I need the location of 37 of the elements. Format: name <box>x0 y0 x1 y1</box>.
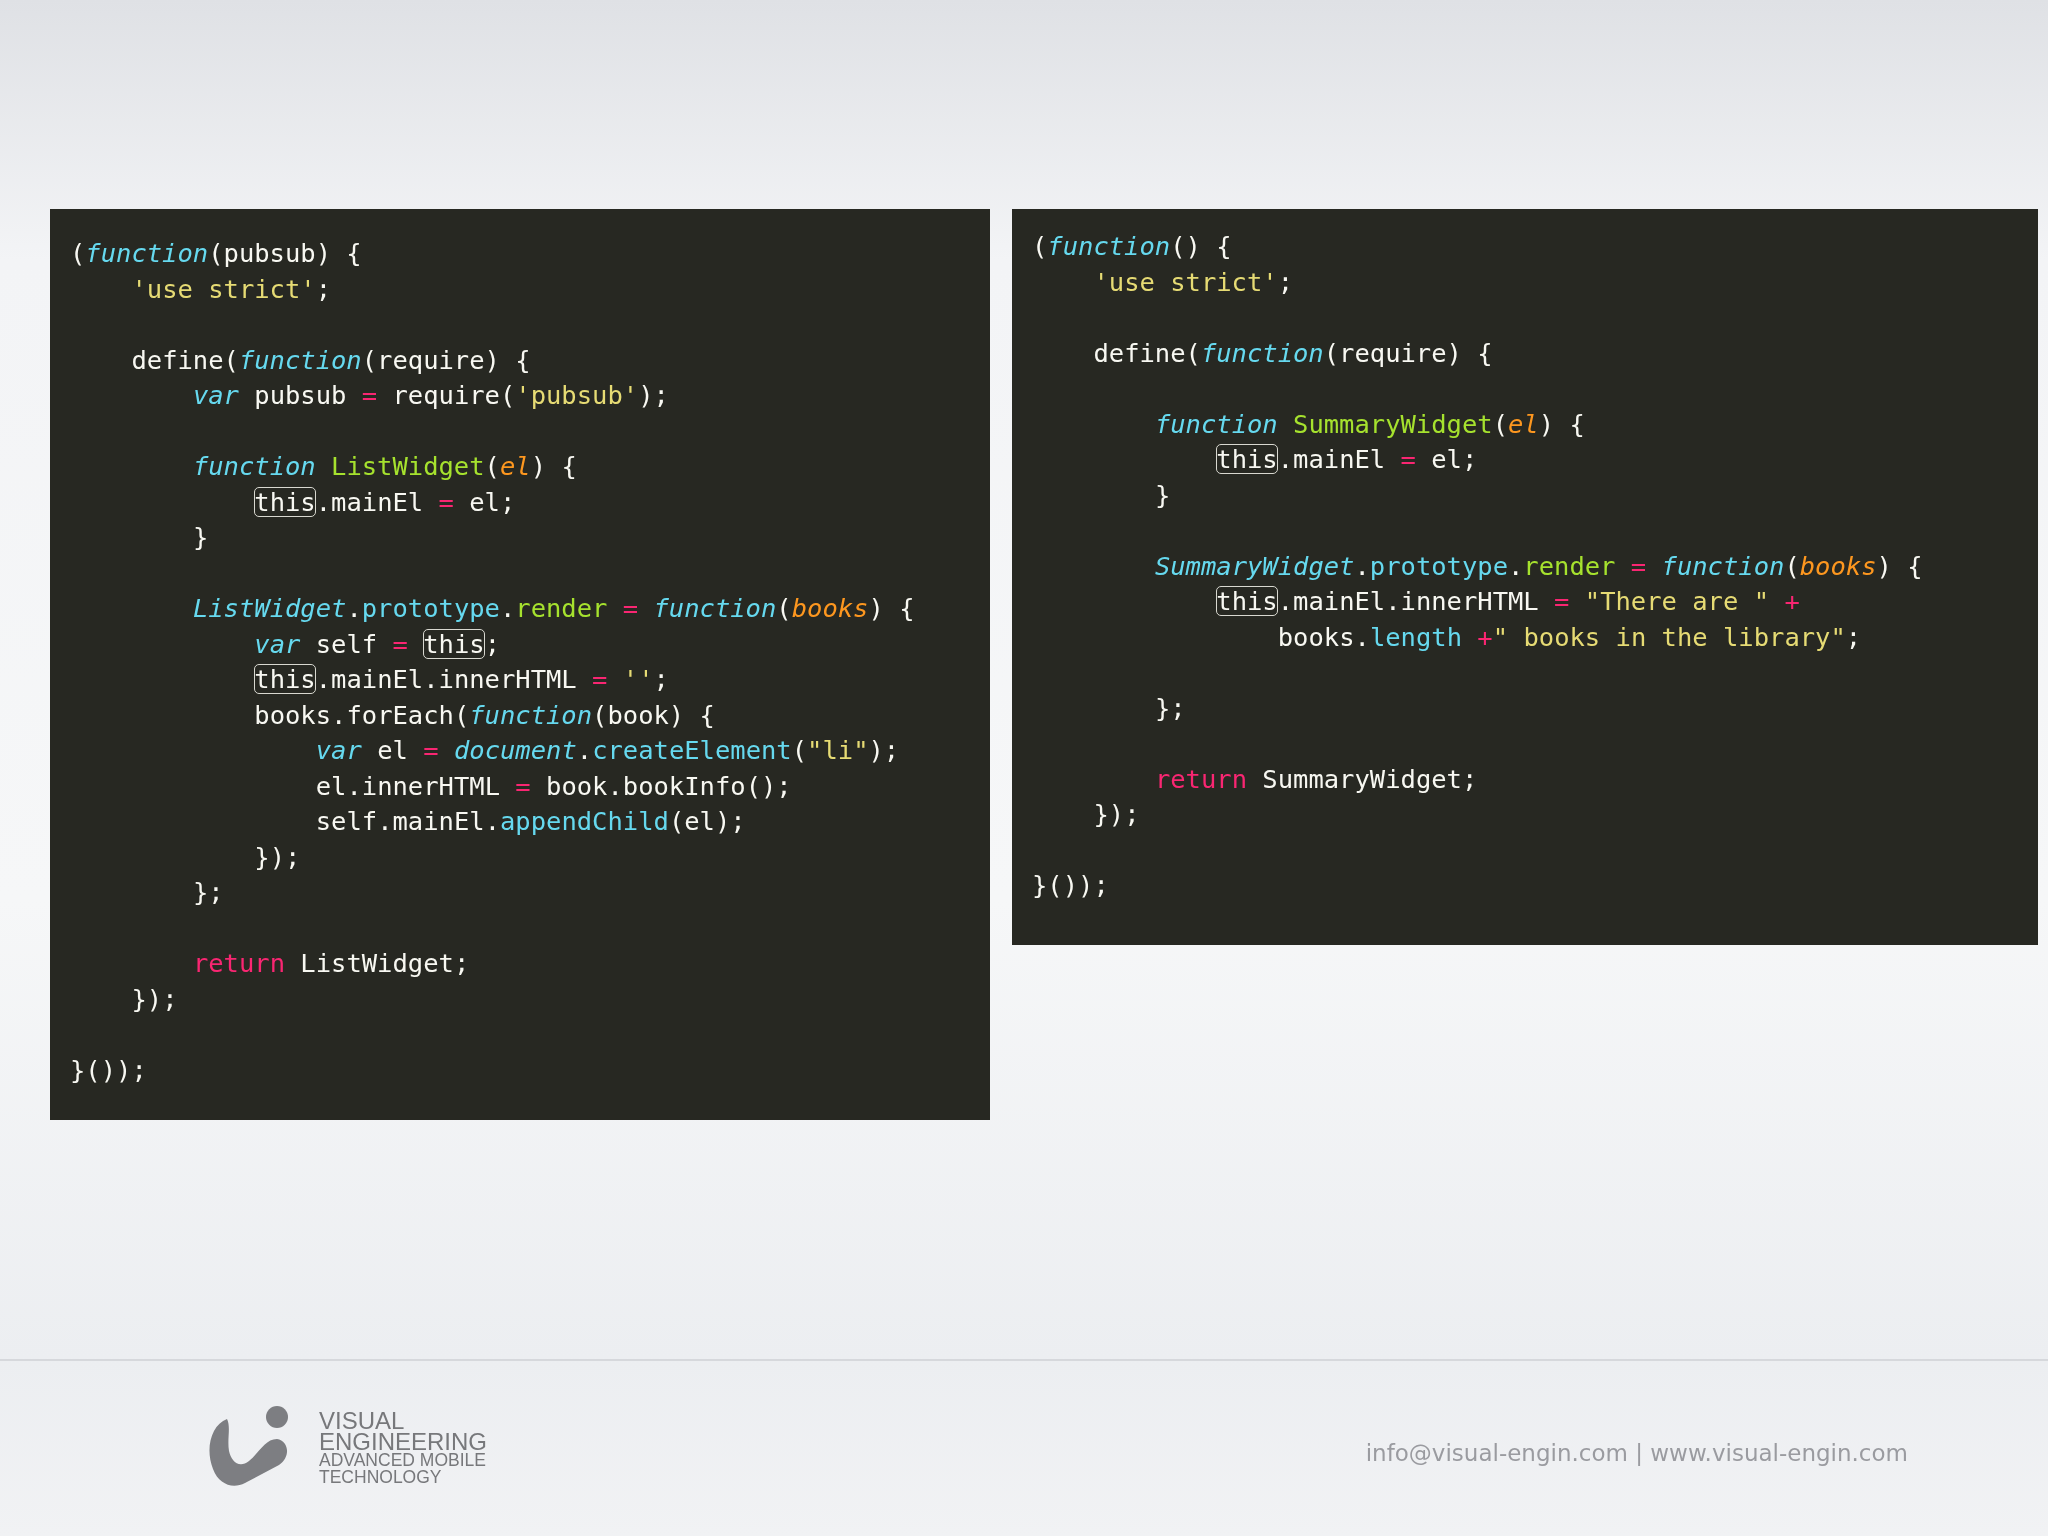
code-line: var el = document.createElement("li"); <box>315 734 900 767</box>
company-name: VISUAL <box>319 1409 405 1431</box>
company-name: ENGINEERING <box>319 1430 488 1452</box>
code-line: this.mainEl.innerHTML = ''; <box>254 663 669 696</box>
code-line: } <box>1154 478 1171 512</box>
code-line: (function(pubsub) { <box>70 237 362 270</box>
code-line: return ListWidget; <box>192 947 470 980</box>
code-line: }; <box>1154 691 1186 725</box>
code-line: define(function(require) { <box>1093 336 1493 370</box>
code-line: }); <box>254 840 301 874</box>
code-line: books.length +" books in the library"; <box>1277 620 1862 654</box>
code-line: var self = this; <box>254 627 500 661</box>
code-line: el.innerHTML = book.bookInfo(); <box>315 769 792 803</box>
code-line: this.mainEl = el; <box>1216 443 1478 476</box>
code-line: SummaryWidget.prototype.render = function(books) { <box>1154 549 1923 583</box>
code-line: ListWidget.prototype.render = function(books) { <box>192 592 915 625</box>
code-line: var pubsub = require('pubsub'); <box>192 379 669 412</box>
code-line: self.mainEl.appendChild(el); <box>315 805 746 838</box>
code-line: (function() { <box>1032 230 1232 263</box>
code-line: } <box>192 521 209 554</box>
code-line: }); <box>131 982 178 1016</box>
code-line: }()); <box>1032 869 1109 902</box>
code-line: this.mainEl = el; <box>254 485 516 519</box>
code-line: 'use strict'; <box>131 272 332 306</box>
contact-text: info@visual-engin.com | www.visual-engin.com <box>1365 1438 1908 1466</box>
code-line: 'use strict'; <box>1093 265 1294 299</box>
code-line: return SummaryWidget; <box>1154 762 1478 796</box>
code-line: define(function(require) { <box>131 343 531 377</box>
company-tagline: TECHNOLOGY <box>319 1468 443 1486</box>
code-line: this.mainEl.innerHTML = "There are " + <box>1216 585 1800 618</box>
code-line: books.forEach(function(book) { <box>254 698 715 732</box>
code-line: }()); <box>70 1053 147 1087</box>
code-line: function ListWidget(el) { <box>192 450 577 483</box>
code-line: }; <box>192 876 224 909</box>
code-line: }); <box>1093 798 1140 831</box>
code-line: function SummaryWidget(el) { <box>1154 407 1585 441</box>
company-tagline: ADVANCED MOBILE <box>319 1451 487 1469</box>
